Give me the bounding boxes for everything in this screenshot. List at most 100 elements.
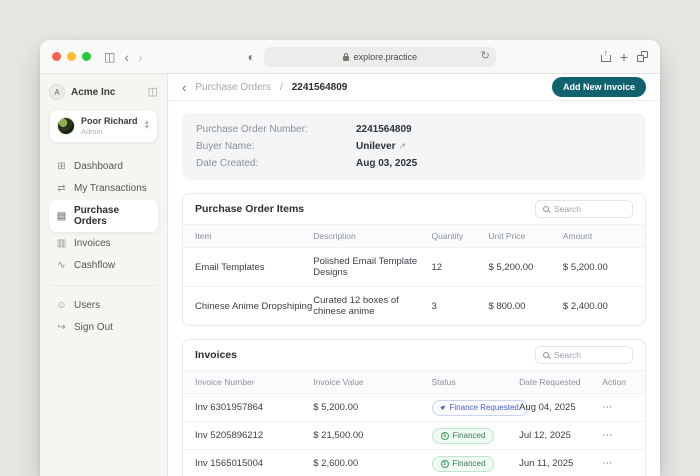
po-date-label: Date Created: [196,158,259,169]
cell-invoice-value: $ 21,500.00 [313,430,364,441]
new-tab-button[interactable]: + [620,50,628,64]
status-text: Financed [452,459,486,468]
po-items-card-head: Purchase Order Items [183,194,645,224]
refresh-button[interactable]: ↻ [481,50,490,62]
col-unit-price: Unit Price [488,231,526,241]
col-status: Status [431,377,456,387]
purchase-order-items-card: Purchase Order Items Item Description Qu… [182,193,646,326]
po-date-row: Date Created: Aug 03, 2025 [196,155,632,172]
sidebar-item-label: Users [74,300,101,312]
org-avatar: A [49,84,65,100]
cell-invoice-value: $ 5,200.00 [313,402,359,413]
cell-date-requested: Jun 11, 2025 [519,458,574,469]
col-item: Item [195,231,212,241]
sidebar-item-invoices[interactable]: ▥ Invoices [49,233,158,254]
sidebar-collapse-icon[interactable]: ◫ [148,86,158,98]
table-row: Inv 5205896212 $ 21,500.00 $ Financed Ju… [183,422,645,450]
invoices-search-input[interactable] [554,350,625,360]
sidebar-item-label: Invoices [74,238,111,250]
sidebar: A Acme Inc ◫ Poor Richard Admin ▲ ▼ ⊞ Da [40,74,168,476]
sign-out-icon: ↪ [57,322,66,334]
cell-date-requested: Aug 04, 2025 [519,402,576,413]
cell-description: Curated 12 boxes of chinese anime [313,295,399,317]
browser-forward-button[interactable]: › [138,50,143,64]
sidebar-nav: ⊞ Dashboard ⇄ My Transactions ▤ Purchase… [49,156,158,338]
status-badge: $ Financed [431,455,495,472]
url-text: explore.practice [353,51,418,62]
sidebar-item-sign-out[interactable]: ↪ Sign Out [49,317,158,338]
dollar-coin-icon: $ [440,431,449,440]
user-switcher[interactable]: Poor Richard Admin ▲ ▼ [49,109,158,144]
sidebar-item-purchase-orders[interactable]: ▤ Purchase Orders [49,200,158,233]
po-items-search[interactable] [535,200,633,218]
invoices-card-head: Invoices [183,340,645,370]
user-role: Admin [81,127,103,137]
main-content: ‹ Purchase Orders / 2241564809 Add New I… [168,74,660,476]
add-new-invoice-button[interactable]: Add New Invoice [551,77,646,97]
breadcrumb-separator: / [279,81,283,93]
sidebar-divider [51,285,156,287]
col-invoice-value: Invoice Value [313,377,364,387]
lock-icon [342,52,349,61]
dashboard-icon: ⊞ [57,161,66,173]
share-box-icon [600,55,611,62]
maximize-window-button[interactable] [82,52,91,61]
po-items-table-header: Item Description Quantity Unit Price Amo… [183,224,645,248]
privacy-shield-icon[interactable]: ◐ [248,51,255,63]
cell-quantity: 12 [431,261,443,273]
row-actions-button[interactable]: ⋯ [602,402,633,413]
page-header: ‹ Purchase Orders / 2241564809 Add New I… [168,74,660,101]
sidebar-item-cashflow[interactable]: ∿ Cashflow [49,255,158,276]
po-items-search-input[interactable] [554,204,625,214]
po-number-label: Purchase Order Number: [196,124,308,135]
row-actions-button[interactable]: ⋯ [602,458,633,469]
minimize-window-button[interactable] [67,52,76,61]
share-button[interactable]: ↑ [600,49,611,62]
org-name: Acme Inc [71,86,116,98]
traffic-lights [52,52,91,61]
sidebar-item-label: Sign Out [74,322,113,334]
col-amount: Amount [562,231,593,241]
col-invoice-number: Invoice Number [195,377,255,387]
tabs-front-square [637,55,644,62]
invoices-card: Invoices Invoice Number Invoice Value St… [182,339,646,476]
cell-item: Email Templates [195,261,265,273]
dollar-coin-icon: $ [440,459,449,468]
po-items-title: Purchase Order Items [195,203,305,215]
po-buyer-value[interactable]: Unilever ↗ [356,141,406,152]
breadcrumb-section[interactable]: Purchase Orders [195,82,271,93]
cell-quantity: 3 [431,300,437,312]
table-row: Inv 1565015004 $ 2,600.00 $ Financed Jun… [183,450,645,476]
sidebar-item-label: Purchase Orders [74,205,120,228]
invoices-search[interactable] [535,346,633,364]
sidebar-item-label: Cashflow [74,260,116,272]
status-text: Finance Requested [449,403,519,412]
org-row: A Acme Inc ◫ [49,84,158,100]
sidebar-item-users[interactable]: ☺ Users [49,295,158,316]
browser-back-button[interactable]: ‹ [124,50,129,64]
po-details-card: Purchase Order Number: 2241564809 Buyer … [182,113,646,180]
sidebar-item-label: Dashboard [74,161,123,173]
external-link-icon[interactable]: ↗ [398,141,406,152]
search-icon [543,352,549,358]
invoices-icon: ▥ [56,238,67,250]
col-quantity: Quantity [431,231,464,241]
url-bar[interactable]: explore.practice ↻ [263,46,496,67]
status-badge: $ Financed [431,427,495,444]
invoices-table-header: Invoice Number Invoice Value Status Date… [183,370,645,394]
table-row: Inv 6301957864 $ 5,200.00 Finance Reques… [183,394,645,422]
sidebar-item-my-transactions[interactable]: ⇄ My Transactions [49,178,158,199]
tab-overview-button[interactable] [637,51,648,62]
user-card-chevron-icon: ▲ ▼ [143,119,150,132]
page-back-button[interactable]: ‹ [182,81,186,94]
sidebar-toggle-icon[interactable]: ◫ [104,51,115,63]
cell-invoice-number: Inv 1565015004 [195,458,264,469]
cell-amount: $ 5,200.00 [562,261,608,273]
close-window-button[interactable] [52,52,61,61]
sidebar-item-dashboard[interactable]: ⊞ Dashboard [49,156,158,177]
cell-invoice-value: $ 2,600.00 [313,458,359,469]
po-buyer-label: Buyer Name: [196,141,255,152]
po-number-row: Purchase Order Number: 2241564809 [196,121,632,138]
cell-invoice-number: Inv 5205896212 [195,430,264,441]
row-actions-button[interactable]: ⋯ [602,430,633,441]
